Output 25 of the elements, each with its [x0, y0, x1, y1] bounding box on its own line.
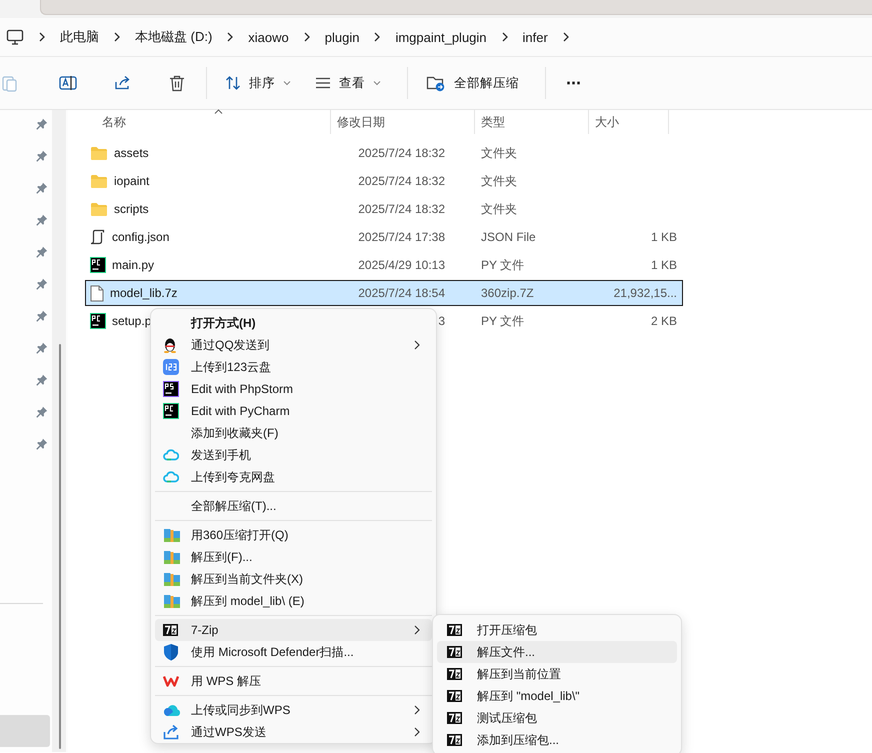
modified-date: 2025/7/24 18:32 — [358, 174, 445, 188]
file-type: 360zip.7Z — [481, 286, 534, 300]
file-size: 1 KB — [650, 230, 677, 244]
modified-date: 2025/7/24 17:38 — [358, 230, 445, 244]
file-type: JSON File — [481, 230, 536, 244]
file-type: PY 文件 — [481, 312, 524, 330]
file-name: main.py — [112, 258, 154, 272]
file-size: 1 KB — [650, 258, 677, 272]
file-type: 文件夹 — [481, 200, 517, 218]
file-size: 21,932,15... — [614, 286, 677, 300]
file-name: scripts — [114, 202, 149, 216]
file-name: model_lib.7z — [110, 286, 178, 300]
modified-date: 3 — [438, 314, 445, 328]
file-name: assets — [114, 146, 149, 160]
modified-date: 2025/7/24 18:54 — [358, 286, 445, 300]
modified-date: 2025/7/24 18:32 — [358, 146, 445, 160]
modified-date: 2025/7/24 18:32 — [358, 202, 445, 216]
file-type: 文件夹 — [481, 144, 517, 162]
modified-date: 2025/4/29 10:13 — [358, 258, 445, 272]
file-size: 2 KB — [650, 314, 677, 328]
file-name: setup.p — [112, 314, 152, 328]
file-name: config.json — [112, 230, 170, 244]
file-type: PY 文件 — [481, 256, 524, 274]
file-name: iopaint — [114, 174, 150, 188]
file-type: 文件夹 — [481, 172, 517, 190]
